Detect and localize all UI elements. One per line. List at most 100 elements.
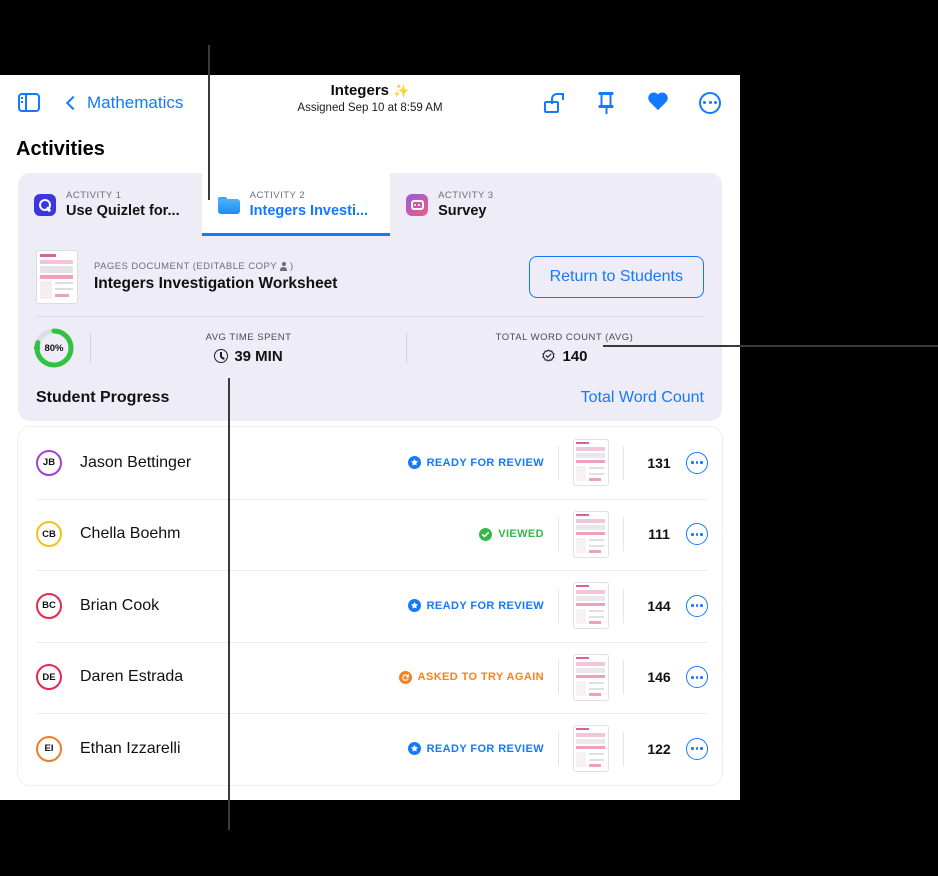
stat-value: 140 (562, 347, 588, 365)
tab-kicker: ACTIVITY 2 (249, 190, 306, 201)
table-row[interactable]: BC Brian Cook READY FOR REVIEW 144 (18, 570, 722, 642)
status-badge: READY FOR REVIEW (407, 742, 544, 756)
document-row: PAGES DOCUMENT (EDITABLE COPY ) Integers… (36, 246, 704, 316)
unlock-icon[interactable] (542, 91, 566, 115)
more-options-icon[interactable] (686, 666, 708, 689)
student-name: Daren Estrada (80, 668, 184, 686)
chevron-left-icon (65, 95, 81, 110)
word-count: 131 (647, 454, 671, 471)
tab-activity-1[interactable]: ACTIVITY 1 Use Quizlet for... (18, 173, 202, 236)
ready-for-review-icon (407, 456, 421, 470)
more-options-icon[interactable] (686, 523, 708, 546)
student-progress-header: Student Progress Total Word Count (18, 379, 722, 421)
completion-ring: 80% (18, 327, 90, 369)
tab-kicker: ACTIVITY 1 (66, 190, 122, 201)
ready-for-review-icon (407, 742, 421, 756)
avatar: DE (36, 664, 62, 691)
student-name: Jason Bettinger (80, 453, 192, 471)
table-row[interactable]: JB Jason Bettinger READY FOR REVIEW 131 (18, 427, 722, 499)
student-list: JB Jason Bettinger READY FOR REVIEW 131 … (18, 427, 722, 785)
stat-value-row: 39 MIN (91, 348, 406, 365)
document-kicker-text: PAGES DOCUMENT (EDITABLE COPY (94, 261, 278, 272)
try-again-icon (398, 670, 412, 684)
stat-avg-time-spent: AVG TIME SPENT 39 MIN (91, 332, 406, 365)
callout-line-right (603, 345, 938, 347)
more-options-icon[interactable] (686, 737, 708, 760)
document-thumbnail[interactable] (573, 725, 609, 773)
student-name: Ethan Izzarelli (80, 739, 181, 757)
screenshot-stage: Mathematics Integers ✨ Assigned Sep 10 a… (0, 0, 938, 876)
status-label: VIEWED (498, 528, 544, 541)
document-title: Integers Investigation Worksheet (94, 275, 338, 292)
return-to-students-button[interactable]: Return to Students (528, 256, 704, 298)
status-label: READY FOR REVIEW (426, 742, 544, 755)
word-count: 111 (648, 526, 670, 543)
status-label: READY FOR REVIEW (426, 599, 544, 612)
more-options-icon[interactable] (698, 91, 722, 115)
callout-line-bottom (228, 378, 230, 830)
document-panel: PAGES DOCUMENT (EDITABLE COPY ) Integers… (18, 236, 722, 317)
more-options-icon[interactable] (686, 451, 708, 474)
divider (558, 445, 559, 480)
viewed-check-icon (479, 527, 493, 541)
stat-label: TOTAL WORD COUNT (AVG) (495, 331, 634, 343)
word-count: 122 (647, 740, 671, 757)
divider (558, 588, 559, 623)
activity-tabs: ACTIVITY 1 Use Quizlet for... ACTIVITY 2… (18, 173, 722, 236)
status-badge: ASKED TO TRY AGAIN (398, 670, 544, 684)
stat-value-row: 140 (407, 348, 722, 365)
document-thumbnail[interactable] (36, 250, 78, 304)
quizlet-icon (34, 193, 56, 216)
tab-activity-2[interactable]: ACTIVITY 2 Integers Investi... (201, 173, 391, 236)
tab-label: Survey (438, 203, 487, 219)
total-word-count-link[interactable]: Total Word Count (581, 389, 704, 407)
tab-label: Use Quizlet for... (66, 203, 180, 219)
status-label: READY FOR REVIEW (426, 456, 544, 469)
table-row[interactable]: DE Daren Estrada ASKED TO TRY AGAIN 146 (18, 641, 722, 714)
document-thumbnail[interactable] (573, 510, 609, 558)
clock-icon (214, 349, 229, 363)
heart-icon[interactable] (646, 91, 670, 115)
student-name: Chella Boehm (80, 525, 181, 543)
word-count: 144 (647, 597, 671, 614)
status-badge: READY FOR REVIEW (407, 456, 544, 470)
status-label: ASKED TO TRY AGAIN (417, 671, 544, 684)
divider (623, 445, 624, 480)
stat-value: 39 MIN (234, 347, 283, 365)
stats-bar: 80% AVG TIME SPENT 39 MIN TOTAL WORD COU… (18, 317, 722, 379)
table-row[interactable]: CB Chella Boehm VIEWED 111 (18, 498, 722, 571)
seal-check-icon (541, 348, 556, 364)
student-name: Brian Cook (80, 596, 160, 614)
document-kicker: PAGES DOCUMENT (EDITABLE COPY ) (94, 261, 337, 272)
student-progress-title: Student Progress (36, 389, 170, 406)
app-window: Mathematics Integers ✨ Assigned Sep 10 a… (0, 75, 740, 800)
divider (623, 731, 624, 766)
table-row[interactable]: EI Ethan Izzarelli READY FOR REVIEW 122 (18, 713, 722, 785)
pin-icon[interactable] (594, 91, 618, 115)
ring-percent-label: 80% (44, 342, 64, 354)
toolbar-icon-group (542, 91, 722, 115)
divider (558, 731, 559, 766)
more-options-icon[interactable] (686, 594, 708, 617)
sidebar-icon[interactable] (18, 93, 40, 112)
tab-activity-3[interactable]: ACTIVITY 3 Survey (390, 173, 516, 236)
document-thumbnail[interactable] (573, 653, 609, 701)
divider (623, 517, 624, 552)
stat-label: AVG TIME SPENT (205, 331, 292, 343)
tab-kicker: ACTIVITY 3 (438, 190, 494, 201)
document-thumbnail[interactable] (573, 582, 609, 630)
divider (623, 588, 624, 623)
avatar: EI (36, 735, 62, 762)
word-count: 146 (647, 669, 671, 686)
avatar: BC (36, 592, 62, 619)
back-button[interactable]: Mathematics (65, 93, 183, 113)
divider (558, 517, 559, 552)
survey-icon (406, 193, 429, 216)
callout-line-top (208, 45, 210, 200)
status-badge: VIEWED (479, 527, 544, 541)
pages-folder-icon (217, 194, 240, 216)
document-thumbnail[interactable] (573, 439, 609, 487)
divider (623, 660, 624, 695)
avatar: CB (36, 521, 62, 548)
page-title-text: Integers (330, 82, 389, 99)
